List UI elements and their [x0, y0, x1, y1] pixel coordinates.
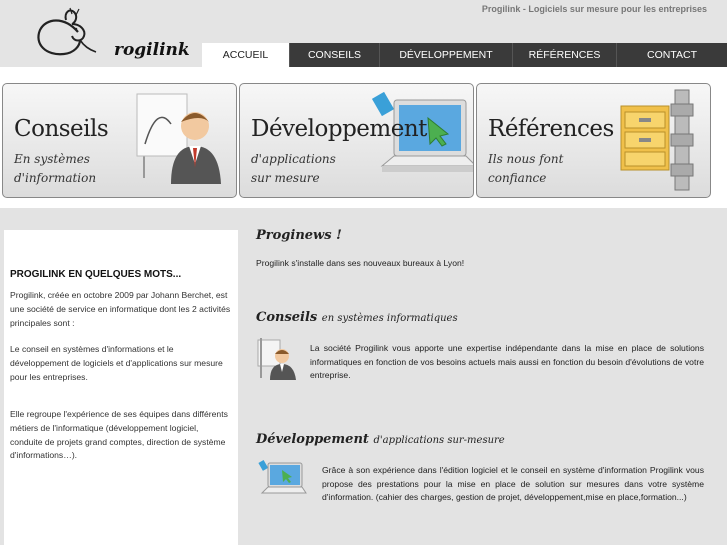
banner-title: Développement — [251, 116, 427, 142]
banner-title: Conseils — [14, 116, 109, 142]
section-title-conseils[interactable]: Conseils en systèmes informatiques — [256, 310, 458, 325]
sidebar-paragraph: Le conseil en systèmes d'informations et… — [10, 344, 223, 382]
sidebar-title: PROGILINK EN QUELQUES MOTS... — [10, 269, 182, 280]
section-subtitle: en systèmes informatiques — [321, 313, 458, 324]
sidebar-paragraph: Progilink, créée en octobre 2009 par Joh… — [10, 290, 231, 328]
section-text-developpement: Grâce à son expérience dans l'édition lo… — [322, 465, 704, 502]
banner-subtitle: confiance — [488, 171, 547, 185]
consultant-icon — [257, 338, 296, 380]
banner-developpement[interactable]: Développement d'applications sur mesure — [239, 83, 474, 198]
banner-subtitle: d'information — [14, 171, 97, 185]
nav-contact[interactable]: CONTACT — [617, 43, 727, 67]
banner-subtitle: d'applications — [251, 152, 336, 166]
section-text-conseils: La société Progilink vous apporte une ex… — [310, 343, 704, 380]
nav-accueil[interactable]: ACCUEIL — [202, 43, 290, 67]
banner-references[interactable]: Références Ils nous font confiance — [476, 83, 711, 198]
laptop-icon — [258, 460, 307, 494]
section-subtitle: d'applications sur-mesure — [373, 435, 505, 446]
sidebar: PROGILINK EN QUELQUES MOTS... Progilink,… — [4, 230, 238, 545]
nav-references[interactable]: RÉFÉRENCES — [513, 43, 617, 67]
logo[interactable]: rogilink — [34, 6, 190, 62]
nav-developpement[interactable]: DÉVELOPPEMENT — [380, 43, 513, 67]
banner-subtitle: Ils nous font — [488, 152, 564, 166]
consultant-icon — [136, 93, 221, 184]
banner-subtitle: sur mesure — [251, 171, 320, 185]
sidebar-paragraph: Elle regroupe l'expérience de ses équipe… — [10, 409, 228, 461]
section-title: Conseils — [256, 310, 318, 325]
file-archive-icon — [620, 89, 694, 191]
banner-conseils[interactable]: Conseils En systèmes d'information — [2, 83, 237, 198]
nav-conseils[interactable]: CONSEILS — [290, 43, 380, 67]
news-title: Proginews ! — [256, 228, 342, 243]
news-text: Progilink s'installe dans ses nouveaux b… — [256, 258, 465, 268]
banner-title: Références — [488, 116, 614, 142]
logo-text: rogilink — [114, 40, 190, 60]
section-title: Développement — [256, 432, 369, 447]
banner-subtitle: En systèmes — [14, 152, 90, 166]
tagline: Progilink - Logiciels sur mesure pour le… — [481, 4, 707, 14]
header: rogilink Progilink - Logiciels sur mesur… — [0, 0, 727, 67]
main-nav: ACCUEIL CONSEILS DÉVELOPPEMENT RÉFÉRENCE… — [202, 43, 727, 67]
section-title-developpement[interactable]: Développement d'applications sur-mesure — [256, 432, 505, 447]
